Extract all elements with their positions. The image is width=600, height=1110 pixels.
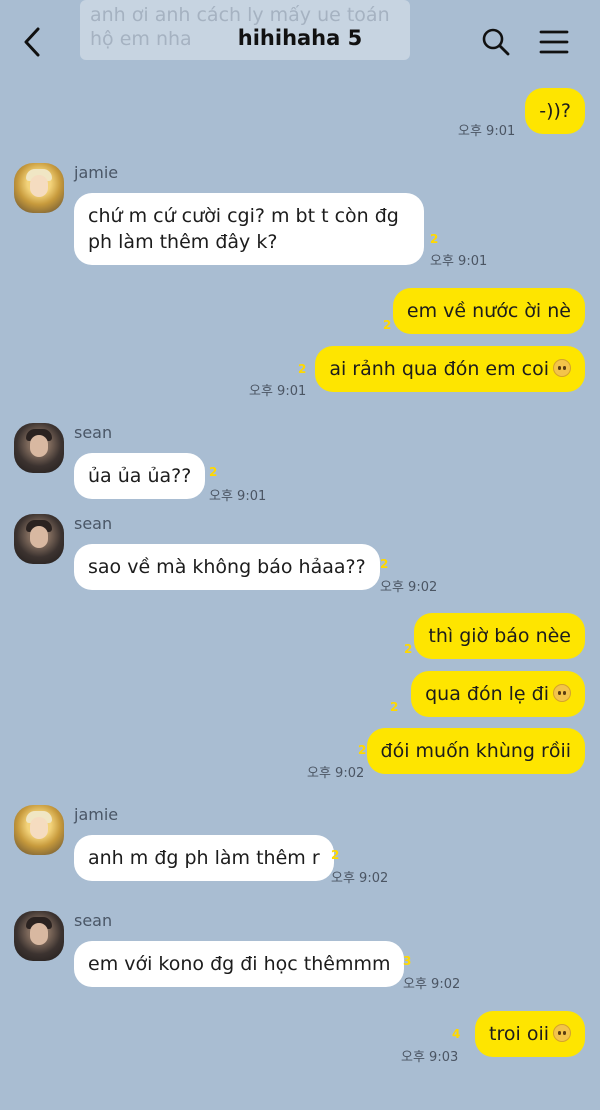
outgoing-message[interactable]: -))? xyxy=(525,88,585,134)
message-text: anh m đg ph làm thêm r xyxy=(88,847,320,869)
message-text: em với kono đg đi học thêmmm xyxy=(88,953,391,975)
crying-face-emoji xyxy=(553,684,571,702)
message-text: thì giờ báo nèe xyxy=(428,625,571,647)
chat-header: anh ơi anh cách ly mấy ue toán hộ em nha… xyxy=(0,0,600,88)
sender-name: jamie xyxy=(74,805,119,824)
pleading-face-emoji xyxy=(553,359,571,377)
message-text: em về nước ời nè xyxy=(406,300,571,322)
unread-count: 2 xyxy=(380,557,389,571)
avatar-sean[interactable] xyxy=(14,423,64,473)
unread-count: 2 xyxy=(390,700,399,714)
message-time: 오후 9:01 xyxy=(458,124,516,139)
unread-count: 2 xyxy=(430,232,439,246)
back-button[interactable] xyxy=(18,24,48,60)
message-text: troi oii xyxy=(489,1023,549,1045)
unread-count: 2 xyxy=(404,642,413,656)
menu-icon xyxy=(539,30,569,54)
message-text: qua đón lẹ đi xyxy=(425,683,549,705)
outgoing-message[interactable]: em về nước ời nè xyxy=(392,288,585,334)
message-text: sao về mà không báo hảaa?? xyxy=(88,556,366,578)
outgoing-message[interactable]: đói muốn khùng rồii xyxy=(366,728,585,774)
message-text-line: ph làm thêm đây k? xyxy=(88,231,278,253)
unread-count: 2 xyxy=(298,362,307,376)
incoming-message[interactable]: ủa ủa ủa?? xyxy=(74,453,206,499)
message-time: 오후 9:02 xyxy=(331,871,389,886)
avatar-jamie[interactable] xyxy=(14,805,64,855)
outgoing-message[interactable]: troi oii xyxy=(475,1011,585,1057)
message-time: 오후 9:03 xyxy=(401,1050,459,1065)
message-time: 오후 9:01 xyxy=(209,489,267,504)
incoming-message[interactable]: sao về mà không báo hảaa?? xyxy=(74,544,380,590)
search-button[interactable] xyxy=(480,26,512,58)
message-time: 오후 9:02 xyxy=(380,580,438,595)
message-text: -))? xyxy=(539,100,571,122)
unread-count: 4 xyxy=(452,1027,461,1041)
sender-name: sean xyxy=(74,911,113,930)
message-text: đói muốn khùng rồii xyxy=(380,740,571,762)
incoming-message[interactable]: em với kono đg đi học thêmmm xyxy=(74,941,405,987)
menu-button[interactable] xyxy=(538,26,570,58)
avatar-sean[interactable] xyxy=(14,514,64,564)
sender-name: sean xyxy=(74,423,113,442)
ghost-message-preview: anh ơi anh cách ly mấy ue toán hộ em nha xyxy=(80,0,410,60)
message-time: 오후 9:01 xyxy=(430,254,488,269)
sender-name: jamie xyxy=(74,163,119,182)
outgoing-message[interactable]: ai rảnh qua đón em coi xyxy=(315,346,585,392)
unread-count: 2 xyxy=(331,848,340,862)
avatar-jamie[interactable] xyxy=(14,163,64,213)
unread-count: 3 xyxy=(403,954,412,968)
outgoing-message[interactable]: thì giờ báo nèe xyxy=(414,613,585,659)
incoming-message[interactable]: anh m đg ph làm thêm r xyxy=(74,835,334,881)
back-arrow-icon xyxy=(24,27,40,57)
unread-count: 2 xyxy=(383,318,392,332)
message-text-line: chứ m cứ cười cgi? m bt t còn đg xyxy=(88,205,399,227)
unread-count: 2 xyxy=(358,743,367,757)
sender-name: sean xyxy=(74,514,113,533)
message-time: 오후 9:02 xyxy=(403,977,461,992)
sad-face-emoji xyxy=(553,1024,571,1042)
message-text: ai rảnh qua đón em coi xyxy=(329,358,549,380)
outgoing-message[interactable]: qua đón lẹ đi xyxy=(411,671,585,717)
message-time: 오후 9:02 xyxy=(307,766,365,781)
unread-count: 2 xyxy=(209,465,218,479)
avatar-sean[interactable] xyxy=(14,911,64,961)
message-time: 오후 9:01 xyxy=(249,384,307,399)
search-icon xyxy=(482,28,510,56)
message-text: ủa ủa ủa?? xyxy=(88,465,192,487)
incoming-message[interactable]: chứ m cứ cười cgi? m bt t còn đg ph làm … xyxy=(74,193,424,265)
